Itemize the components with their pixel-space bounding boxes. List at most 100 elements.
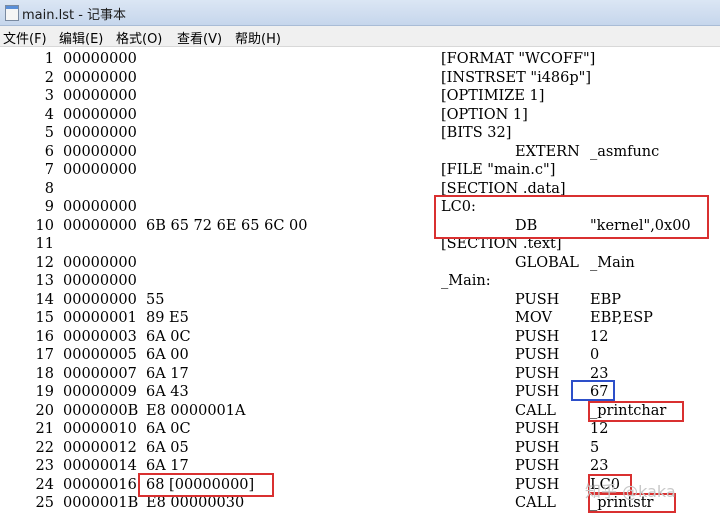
line-address: 00000014 (63, 458, 137, 474)
listing-line: 15 00000001 89 E5 MOV EBP,ESP (0, 310, 720, 329)
menu-view[interactable]: 查看(V) (177, 28, 222, 47)
listing-line: 21 00000010 6A 0C PUSH 12 (0, 421, 720, 440)
line-opcode: PUSH (515, 347, 560, 363)
listing-line: 17 00000005 6A 00 PUSH 0 (0, 347, 720, 366)
line-operand: 23 (590, 458, 609, 474)
line-bytes: 6A 05 (146, 439, 189, 456)
line-address: 00000000 (63, 162, 137, 178)
highlight-printchar (588, 401, 684, 422)
highlight-char-67 (571, 380, 615, 401)
menu-file[interactable]: 文件(F) (3, 28, 47, 47)
line-label: _Main: (441, 273, 491, 289)
line-number: 23 (35, 458, 54, 474)
line-bytes: 6A 17 (146, 365, 189, 382)
line-number: 7 (44, 162, 54, 178)
text-editor[interactable]: 1 00000000 [FORMAT "WCOFF"] 2 00000000 [INSTR… (0, 47, 720, 513)
line-opcode: PUSH (515, 458, 560, 474)
line-address: 00000010 (63, 421, 137, 437)
line-address: 00000000 (63, 217, 137, 234)
listing-line: 1 00000000 [FORMAT "WCOFF"] (0, 51, 720, 70)
line-operand: EBP,ESP (590, 310, 653, 326)
line-number: 6 (44, 143, 54, 160)
line-operand: _asmfunc (590, 143, 660, 160)
line-bytes: E8 00000030 (146, 495, 245, 511)
line-number: 14 (35, 291, 54, 308)
line-number: 13 (35, 273, 54, 289)
line-number: 8 (44, 180, 54, 197)
listing-line: 12 00000000 GLOBAL _Main (0, 255, 720, 274)
line-address: 00000000 (63, 69, 137, 86)
line-opcode: PUSH (515, 291, 560, 308)
line-number: 19 (35, 384, 54, 400)
line-number: 1 (44, 51, 54, 67)
line-label: [INSTRSET "i486p"] (441, 69, 591, 86)
line-label: [OPTIMIZE 1] (441, 88, 545, 104)
line-number: 12 (35, 254, 54, 271)
line-bytes: 6A 0C (146, 421, 191, 437)
line-address: 00000012 (63, 439, 137, 456)
line-number: 24 (35, 476, 54, 493)
line-opcode: PUSH (515, 365, 560, 382)
line-number: 5 (44, 125, 54, 141)
line-number: 4 (44, 106, 54, 123)
line-number: 22 (35, 439, 54, 456)
line-opcode: PUSH (515, 421, 560, 437)
line-address: 00000000 (63, 106, 137, 123)
line-operand: 12 (590, 421, 609, 437)
line-number: 20 (35, 402, 54, 419)
line-number: 9 (44, 199, 54, 215)
line-number: 2 (44, 69, 54, 86)
line-label: [BITS 32] (441, 125, 512, 141)
notepad-icon (5, 5, 19, 21)
line-bytes: 6A 43 (146, 384, 189, 400)
menu-format[interactable]: 格式(O) (116, 28, 162, 47)
line-opcode: EXTERN (515, 143, 580, 160)
line-opcode: CALL (515, 495, 556, 511)
line-address: 0000001B (63, 495, 139, 511)
line-operand: EBP (590, 291, 621, 308)
line-label: [OPTION 1] (441, 106, 528, 123)
menu-help[interactable]: 帮助(H) (235, 28, 281, 47)
line-opcode: GLOBAL (515, 254, 579, 271)
line-number: 18 (35, 365, 54, 382)
line-operand: 0 (590, 347, 600, 363)
line-address: 00000000 (63, 291, 137, 308)
listing-line: 3 00000000 [OPTIMIZE 1] (0, 88, 720, 107)
line-opcode: PUSH (515, 384, 560, 400)
listing-line: 2 00000000 [INSTRSET "i486p"] (0, 70, 720, 89)
line-address: 00000000 (63, 143, 137, 160)
line-number: 25 (35, 495, 54, 511)
listing-line: 14 00000000 55 PUSH EBP (0, 292, 720, 311)
line-address: 00000000 (63, 273, 137, 289)
line-bytes: 89 E5 (146, 310, 189, 326)
line-address: 00000000 (63, 125, 137, 141)
highlight-push-lc0-bytes (138, 473, 274, 497)
line-opcode: PUSH (515, 328, 560, 345)
line-bytes: E8 0000001A (146, 402, 246, 419)
line-label: [FORMAT "WCOFF"] (441, 51, 596, 67)
line-address: 00000000 (63, 199, 137, 215)
listing-line: 7 00000000 [FILE "main.c"] (0, 162, 720, 181)
line-operand: 5 (590, 439, 600, 456)
line-number: 10 (35, 217, 54, 234)
line-opcode: PUSH (515, 439, 560, 456)
line-number: 17 (35, 347, 54, 363)
line-label: [FILE "main.c"] (441, 162, 556, 178)
line-address: 00000000 (63, 51, 137, 67)
line-address: 00000003 (63, 328, 137, 345)
listing-line: 5 00000000 [BITS 32] (0, 125, 720, 144)
line-operand: _Main (590, 254, 635, 271)
listing-line: 22 00000012 6A 05 PUSH 5 (0, 440, 720, 459)
line-number: 11 (35, 236, 54, 252)
line-number: 15 (35, 310, 54, 326)
menu-edit[interactable]: 编辑(E) (59, 28, 103, 47)
line-number: 21 (35, 421, 54, 437)
listing-line: 6 00000000 EXTERN _asmfunc (0, 144, 720, 163)
line-address: 00000000 (63, 88, 137, 104)
line-number: 16 (35, 328, 54, 345)
line-opcode: PUSH (515, 476, 560, 493)
line-address: 00000016 (63, 476, 137, 493)
highlight-lc0-data (434, 195, 709, 239)
line-address: 0000000B (63, 402, 139, 419)
line-bytes: 55 (146, 291, 165, 308)
